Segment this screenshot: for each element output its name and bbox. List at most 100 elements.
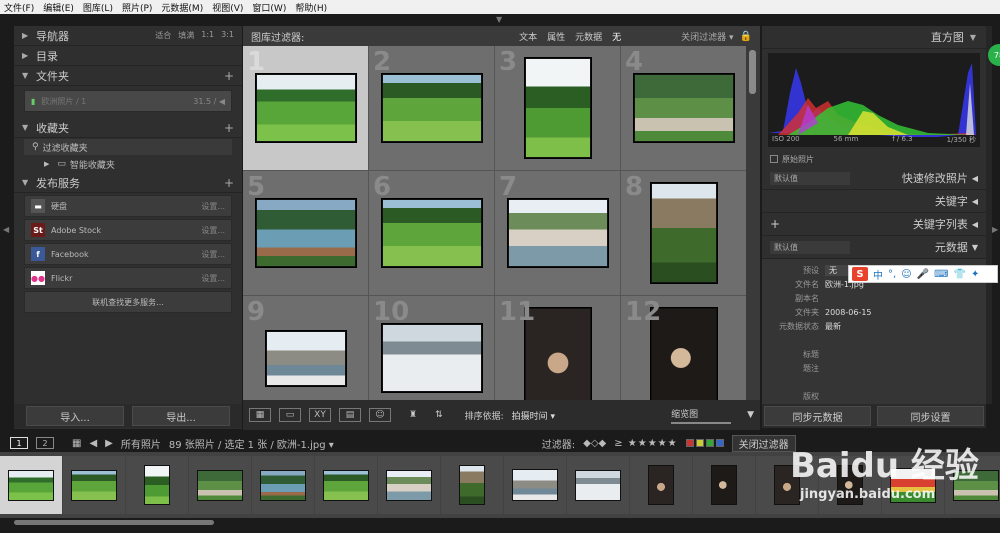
grid-cell[interactable]: 10 [369,296,494,400]
grid-cell[interactable]: 3 [495,46,620,170]
sort-direction-icon[interactable]: ⇅ [435,410,443,420]
filmstrip-cell[interactable] [252,456,314,514]
service-settings-button[interactable]: 设置... [201,273,225,284]
filmstrip-cell[interactable] [189,456,251,514]
original-photo-toggle[interactable]: 原始照片 [762,151,986,167]
filter-attribute-tab[interactable]: 属性 [547,30,565,43]
menu-item[interactable]: 文件(F) [4,1,34,14]
forward-arrow-icon[interactable]: ▶ [105,438,113,449]
filmstrip-cell[interactable] [0,456,62,514]
export-button[interactable]: 导出... [132,406,230,426]
folder-row[interactable]: ▮ 欧洲照片 / 1 31.5 / ◀ [24,90,232,112]
right-panel-toggle-icon[interactable]: ▶ [992,225,998,234]
keyword-list-header[interactable]: + 关键字列表 ◀ [762,213,986,236]
grid-cell[interactable]: 12 [621,296,746,400]
filmstrip-thumbnail[interactable] [71,469,117,501]
microphone-icon[interactable]: 🎤 [917,269,929,280]
filmstrip-thumbnail[interactable] [260,469,306,501]
filmstrip-cell[interactable] [693,456,755,514]
filmstrip-thumbnail[interactable] [711,465,737,505]
catalog-header[interactable]: ▶ 目录 [14,46,242,66]
grid-view-icon[interactable]: ▦ [249,408,271,422]
grid-scroll-thumb[interactable] [749,50,756,94]
skin-icon[interactable]: 👕 [954,269,966,280]
thumbnail-size-slider[interactable]: 缩览图 [671,407,732,424]
photo-thumbnail[interactable] [255,74,356,142]
folders-header[interactable]: ▼ 文件夹 + [14,66,242,86]
grid-cell[interactable]: 4 [621,46,746,170]
publish-service-2[interactable]: f Facebook 设置... [24,243,232,265]
zoom-fill[interactable]: 填满 [178,30,194,41]
keywording-header[interactable]: 关键字 ◀ [762,190,986,213]
grid-scrollbar[interactable] [746,46,760,400]
metadata-header[interactable]: 默认值 元数据 ▼ [762,236,986,259]
publish-header[interactable]: ▼ 发布服务 + [14,173,242,193]
add-collection-icon[interactable]: + [224,121,234,135]
filmstrip-cell[interactable] [630,456,692,514]
filmstrip-thumbnail[interactable] [144,465,170,505]
filmstrip-cell[interactable] [567,456,629,514]
filmstrip-cell[interactable] [126,456,188,514]
filmstrip-cell[interactable] [441,456,503,514]
filter-none-tab[interactable]: 无 [612,30,621,43]
add-keyword-icon[interactable]: + [770,217,780,231]
grid-cell[interactable]: 6 [369,171,494,295]
grid-cell[interactable]: 7 [495,171,620,295]
grid-cell[interactable]: 8 [621,171,746,295]
window-2-button[interactable]: 2 [36,437,54,449]
keyboard-icon[interactable]: ⌨ [934,269,948,280]
filmstrip-cell[interactable] [63,456,125,514]
grid-cell[interactable]: 9 [243,296,368,400]
original-checkbox[interactable] [770,155,778,163]
toolbar-menu-icon[interactable]: ▼ [747,410,754,420]
emoji-icon[interactable]: ☺ [901,269,911,280]
filter-off-select[interactable]: 关闭过滤器 ▾ [681,30,733,43]
publish-service-1[interactable]: St Adobe Stock 设置... [24,219,232,241]
filmstrip-thumbnail[interactable] [459,465,485,505]
zoom-1-1[interactable]: 1:1 [201,30,214,41]
menu-item[interactable]: 图库(L) [83,1,113,14]
filter-off-select[interactable]: 关闭过滤器 [731,434,796,452]
menu-item[interactable]: 帮助(H) [295,1,327,14]
sort-select[interactable]: 拍摄时间 ▾ [512,409,555,422]
grid-cell[interactable]: 11 [495,296,620,400]
photo-thumbnail[interactable] [381,199,482,267]
quick-develop-preset-select[interactable]: 默认值 [770,171,850,185]
ime-mode[interactable]: 中 [873,267,883,282]
top-panel-toggle-icon[interactable]: ▼ [496,15,502,24]
filmstrip-thumbnail[interactable] [8,469,54,501]
rating-filter[interactable]: ≥ ★★★★★ [614,438,677,449]
import-button[interactable]: 导入... [26,406,124,426]
filter-collection-input[interactable]: ⚲ 过滤收藏夹 [24,139,232,155]
selection-count[interactable]: 89 张照片 / 选定 1 张 / 欧洲-1.jpg ▾ [169,436,334,451]
filmstrip-thumbnail[interactable] [648,465,674,505]
add-publish-icon[interactable]: + [224,176,234,190]
lock-icon[interactable]: 🔒 [740,31,752,42]
compare-view-icon[interactable]: XY [309,408,331,422]
sync-metadata-button[interactable]: 同步元数据 [764,406,871,426]
service-settings-button[interactable]: 设置... [201,249,225,260]
filmstrip-thumbnail[interactable] [323,469,369,501]
menu-item[interactable]: 视图(V) [212,1,243,14]
filmstrip-cell[interactable] [378,456,440,514]
window-1-button[interactable]: 1 [10,437,28,449]
ime-toolbar[interactable]: S 中 °, ☺ 🎤 ⌨ 👕 ✦ [848,265,998,283]
menu-item[interactable]: 窗口(W) [252,1,286,14]
people-view-icon[interactable]: ☺ [369,408,391,422]
service-settings-button[interactable]: 设置... [201,201,225,212]
left-panel-toggle-icon[interactable]: ◀ [3,225,9,234]
zoom-fit[interactable]: 适合 [155,30,171,41]
photo-thumbnail[interactable] [381,74,482,142]
metadata-preset-select[interactable]: 默认值 [770,240,850,254]
loupe-view-icon[interactable]: ▭ [279,408,301,422]
spray-can-icon[interactable]: ♜ [409,410,417,420]
filmstrip-thumbnail[interactable] [386,469,432,501]
photo-thumbnail[interactable] [524,58,591,158]
grid-cell[interactable]: 5 [243,171,368,295]
histogram-header[interactable]: 直方图 ▼ [762,26,986,49]
color-label-filter[interactable] [685,439,724,447]
back-arrow-icon[interactable]: ◀ [89,438,97,449]
flag-filter-icon[interactable]: ◆◇◆ [583,438,606,449]
punctuation-icon[interactable]: °, [888,269,896,280]
right-panel-scrollbar[interactable] [986,26,992,404]
